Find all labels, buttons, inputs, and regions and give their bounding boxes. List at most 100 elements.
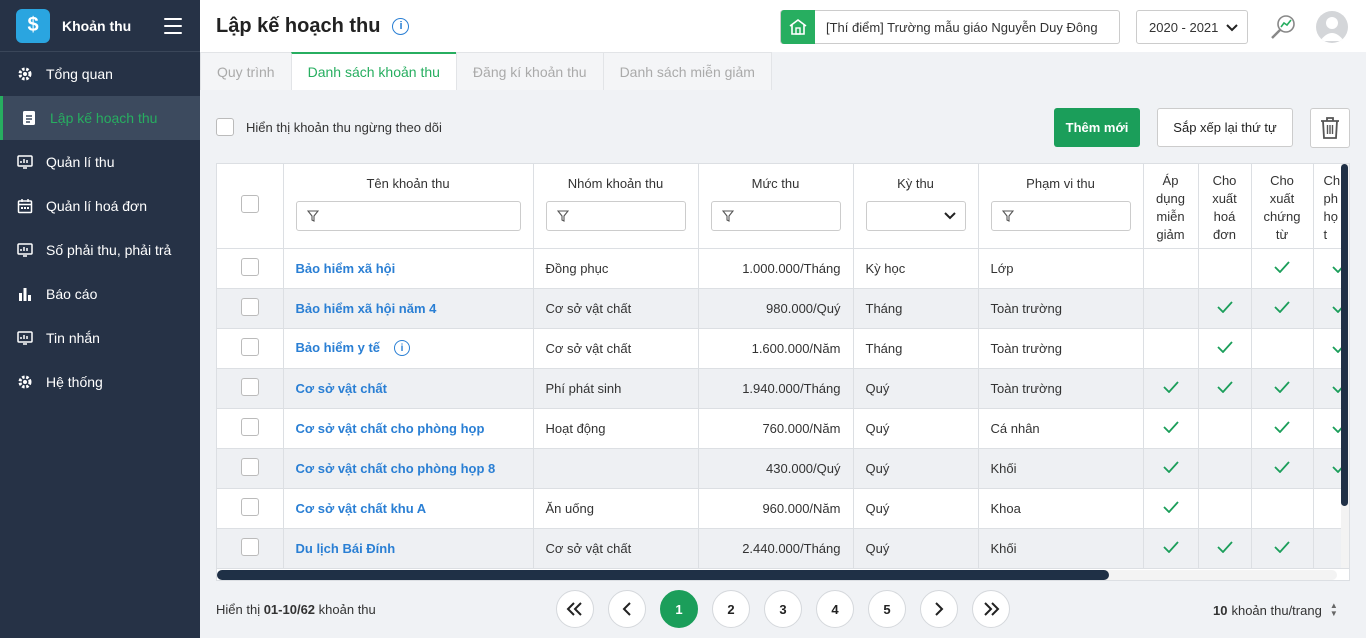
info-icon[interactable]: i bbox=[394, 340, 411, 357]
prev-page-button[interactable] bbox=[608, 590, 646, 628]
tab-bar: Quy trình Danh sách khoản thu Đăng kí khoả… bbox=[200, 52, 1366, 90]
sidebar-item-label: Tổng quan bbox=[46, 66, 113, 82]
vertical-scrollbar[interactable] bbox=[1341, 164, 1349, 568]
discount-flag-cell bbox=[1143, 528, 1199, 569]
table-row[interactable]: Cơ sở vật chất cho phòng họp Hoạt động 760… bbox=[217, 408, 1349, 449]
table-row[interactable]: Bảo hiểm xã hội Đồng phục 1.000.000/Tháng K… bbox=[217, 248, 1349, 289]
group-filter-input[interactable] bbox=[545, 201, 686, 231]
sidebar-item[interactable]: Số phải thu, phải trả bbox=[0, 228, 200, 272]
filter-icon bbox=[721, 210, 734, 222]
column-voucher: Cho xuất chứng từ bbox=[1251, 164, 1314, 249]
add-button[interactable]: Thêm mới bbox=[1054, 108, 1140, 147]
last-page-button[interactable] bbox=[972, 590, 1010, 628]
summary-range: 01-10/62 bbox=[263, 602, 316, 617]
tab[interactable]: Danh sách khoản thu bbox=[290, 52, 457, 90]
tab[interactable]: Đăng kí khoản thu bbox=[455, 52, 604, 90]
invoice-flag-cell bbox=[1198, 488, 1252, 529]
fee-name-link[interactable]: Cơ sở vật chất cho phòng họp 8 bbox=[296, 461, 496, 476]
check-icon bbox=[1162, 540, 1179, 556]
sidebar-item[interactable]: Tổng quan bbox=[0, 52, 200, 96]
row-checkbox[interactable] bbox=[240, 377, 259, 396]
table-row[interactable]: Cơ sở vật chất khu A Ăn uống 960.000/Năm Qu… bbox=[217, 488, 1349, 529]
school-year-select[interactable]: 2020 - 2021 bbox=[1136, 10, 1248, 44]
fee-name-link[interactable]: Bảo hiểm xã hội năm 4 bbox=[296, 301, 437, 316]
amount-filter-input[interactable] bbox=[710, 201, 841, 231]
sidebar-item[interactable]: Quản lí thu bbox=[0, 140, 200, 184]
fee-name-link[interactable]: Bảo hiểm y tế bbox=[296, 340, 381, 355]
fee-name-link[interactable]: Du lịch Bái Đính bbox=[296, 541, 396, 556]
delete-button[interactable] bbox=[1310, 108, 1350, 148]
school-selector[interactable]: [Thí điểm] Trường mẫu giáo Nguyễn Duy Đô… bbox=[780, 10, 1120, 44]
sidebar-item[interactable]: Lập kế hoạch thu bbox=[0, 96, 200, 140]
page-size-select[interactable]: 10 khoản thu/trang ▲ ▼ bbox=[1213, 602, 1338, 618]
search-chart-icon[interactable] bbox=[1268, 12, 1298, 42]
table-body: Bảo hiểm xã hội Đồng phục 1.000.000/Tháng K… bbox=[217, 248, 1349, 569]
avatar[interactable] bbox=[1316, 11, 1348, 43]
table-row[interactable]: Du lịch Bái Đính Cơ sở vật chất 2.440.000/… bbox=[217, 528, 1349, 569]
show-stopped-checkbox[interactable] bbox=[216, 118, 234, 136]
fee-group-cell: Cơ sở vật chất bbox=[533, 328, 699, 369]
sidebar-item-label: Lập kế hoạch thu bbox=[50, 110, 158, 126]
double-chevron-right-icon bbox=[984, 602, 1000, 616]
column-invoice-line: hoá bbox=[1213, 209, 1236, 224]
row-checkbox[interactable] bbox=[240, 497, 259, 516]
table-row[interactable]: Cơ sở vật chất Phí phát sinh 1.940.000/Thá… bbox=[217, 368, 1349, 409]
page-number-button[interactable]: 4 bbox=[816, 590, 854, 628]
tab[interactable]: Danh sách miễn giảm bbox=[602, 52, 772, 90]
row-checkbox[interactable] bbox=[240, 257, 259, 276]
page-number-button[interactable]: 1 bbox=[660, 590, 698, 628]
period-filter-select[interactable] bbox=[865, 201, 966, 231]
sidebar-item[interactable]: Quản lí hoá đơn bbox=[0, 184, 200, 228]
sidebar-item[interactable]: Hệ thống bbox=[0, 360, 200, 404]
fee-name-cell: Cơ sở vật chất bbox=[283, 368, 534, 409]
check-icon bbox=[1274, 260, 1290, 276]
page-number-button[interactable]: 2 bbox=[712, 590, 750, 628]
row-checkbox[interactable] bbox=[240, 537, 259, 556]
fee-amount-cell: 2.440.000/Tháng bbox=[698, 528, 854, 569]
voucher-flag-cell bbox=[1251, 288, 1314, 329]
table-row[interactable]: Cơ sở vật chất cho phòng họp 8 430.000/Qu… bbox=[217, 448, 1349, 489]
chevron-down-icon bbox=[1226, 24, 1238, 32]
table-row[interactable]: Bảo hiểm y tế i Cơ sở vật chất 1.600.000/Nă… bbox=[217, 328, 1349, 369]
row-checkbox[interactable] bbox=[240, 337, 259, 356]
fee-period-cell: Tháng bbox=[853, 328, 979, 369]
first-page-button[interactable] bbox=[556, 590, 594, 628]
vertical-scrollbar-thumb[interactable] bbox=[1341, 164, 1348, 506]
fee-name-link[interactable]: Cơ sở vật chất khu A bbox=[296, 501, 427, 516]
fee-name-link[interactable]: Cơ sở vật chất bbox=[296, 381, 387, 396]
sidebar-item[interactable]: Tin nhắn bbox=[0, 316, 200, 360]
voucher-flag-cell bbox=[1251, 448, 1314, 489]
fee-name-link[interactable]: Bảo hiểm xã hội bbox=[296, 261, 396, 276]
fee-period-cell: Quý bbox=[853, 488, 979, 529]
sidebar-item[interactable]: Báo cáo bbox=[0, 272, 200, 316]
row-checkbox[interactable] bbox=[240, 457, 259, 476]
fee-name-cell: Bảo hiểm y tế i bbox=[283, 328, 534, 369]
row-checkbox[interactable] bbox=[240, 297, 259, 316]
column-invoice-line: Cho bbox=[1212, 173, 1237, 188]
fee-name-link[interactable]: Cơ sở vật chất cho phòng họp bbox=[296, 421, 485, 436]
school-name: [Thí điểm] Trường mẫu giáo Nguyễn Duy Đô… bbox=[826, 19, 1098, 35]
horizontal-scrollbar-thumb[interactable] bbox=[217, 570, 1109, 580]
row-select-cell bbox=[217, 408, 284, 449]
sidebar: $ Khoản thu Tổng quan Lập kế hoạch thu Quả… bbox=[0, 0, 200, 638]
row-select-cell bbox=[217, 528, 284, 569]
show-stopped-toggle[interactable]: Hiển thị khoản thu ngừng theo dõi bbox=[216, 118, 442, 136]
table-row[interactable]: Bảo hiểm xã hội năm 4 Cơ sở vật chất 980.0… bbox=[217, 288, 1349, 329]
fee-period-cell: Quý bbox=[853, 528, 979, 569]
name-filter-input[interactable] bbox=[295, 201, 521, 231]
page-title: Lập kế hoạch thu bbox=[216, 14, 381, 37]
page-number-button[interactable]: 3 bbox=[764, 590, 802, 628]
row-select-cell bbox=[217, 448, 284, 489]
select-all-checkbox[interactable] bbox=[240, 195, 259, 214]
sidebar-item-label: Quản lí hoá đơn bbox=[46, 198, 148, 214]
row-checkbox[interactable] bbox=[240, 417, 259, 436]
info-icon[interactable]: i bbox=[392, 17, 410, 35]
scope-filter-input[interactable] bbox=[990, 201, 1131, 231]
next-page-button[interactable] bbox=[920, 590, 958, 628]
sort-button[interactable]: Sắp xếp lại thứ tự bbox=[1157, 108, 1293, 147]
tab[interactable]: Quy trình bbox=[200, 52, 292, 90]
page-number-button[interactable]: 5 bbox=[868, 590, 906, 628]
voucher-flag-cell bbox=[1251, 368, 1314, 409]
horizontal-scrollbar[interactable] bbox=[217, 570, 1337, 580]
hamburger-menu-icon[interactable] bbox=[164, 17, 182, 34]
